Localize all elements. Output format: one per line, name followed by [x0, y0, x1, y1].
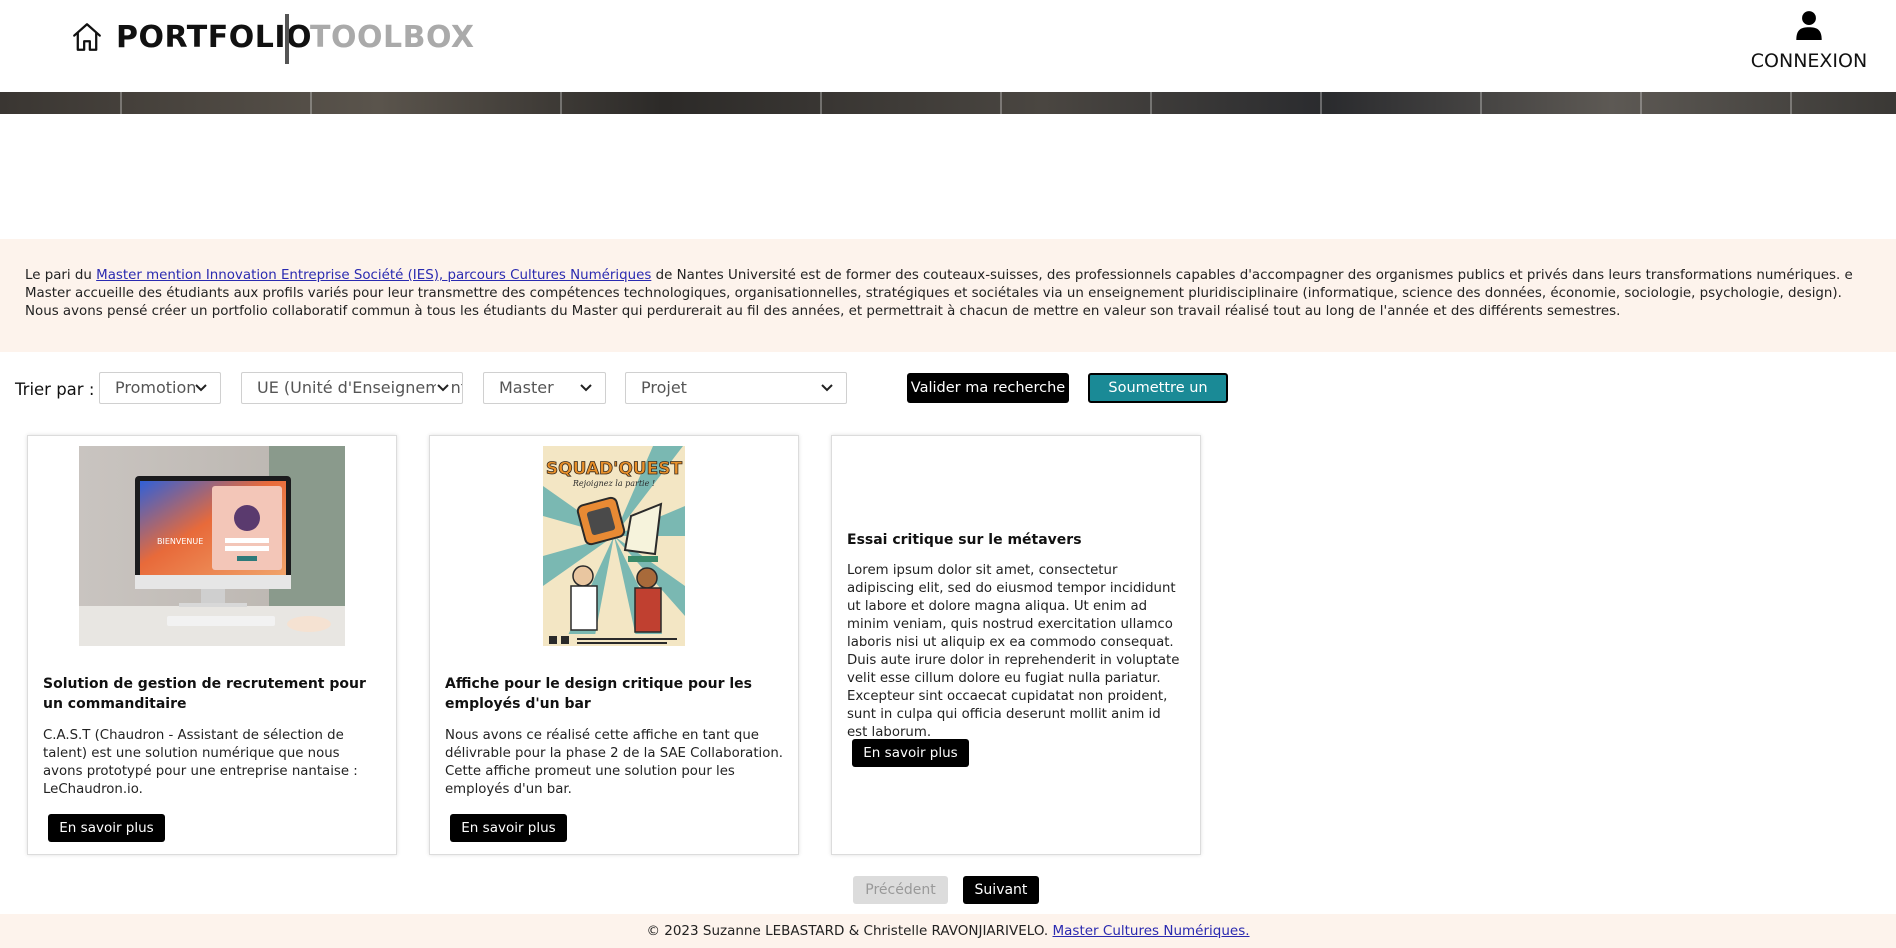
- brand-portfolio-link[interactable]: PORTFOLIO: [116, 20, 312, 55]
- screen-label: BIENVENUE: [157, 537, 203, 546]
- chevron-down-icon: [821, 384, 833, 392]
- card-title: Solution de gestion de recrutement pour …: [43, 676, 366, 712]
- promotion-select[interactable]: Promotion: [99, 372, 221, 404]
- copyright-text: © 2023 Suzanne LEBASTARD & Christelle RA…: [646, 923, 1053, 939]
- master-cultures-link[interactable]: Master Cultures Numériques.: [1053, 923, 1250, 939]
- user-icon: [1796, 11, 1822, 40]
- project-card: Essai critique sur le métavers Lorem ips…: [831, 435, 1201, 855]
- card-description: Lorem ipsum dolor sit amet, consectetur …: [847, 563, 1180, 740]
- card-description: Nous avons ce réalisé cette affiche en t…: [445, 728, 784, 797]
- learn-more-button[interactable]: En savoir plus: [48, 814, 165, 842]
- submit-project-button[interactable]: Soumettre un projet: [1088, 373, 1228, 422]
- intro-paragraph-1: Le pari du Master mention Innovation Ent…: [25, 268, 1853, 301]
- hero-image-strip: [0, 92, 1896, 114]
- projet-select[interactable]: Projet: [625, 372, 847, 404]
- card-description: C.A.S.T (Chaudron - Assistant de sélecti…: [43, 728, 358, 797]
- master-ies-link[interactable]: Master mention Innovation Entreprise Soc…: [96, 268, 651, 283]
- chevron-down-icon: [195, 384, 207, 392]
- chevron-down-icon: [580, 384, 592, 392]
- next-page-button[interactable]: Suivant: [963, 876, 1039, 904]
- learn-more-button[interactable]: En savoir plus: [852, 739, 969, 767]
- login-button[interactable]: CONNEXION: [1744, 10, 1874, 80]
- poster-subtitle: Rejoignez la partie !: [572, 479, 655, 488]
- learn-more-button[interactable]: En savoir plus: [450, 814, 567, 842]
- site-footer: © 2023 Suzanne LEBASTARD & Christelle RA…: [0, 914, 1896, 948]
- sort-label: Trier par :: [15, 380, 95, 399]
- card-title: Affiche pour le design critique pour les…: [445, 676, 753, 712]
- validate-search-button[interactable]: Valider ma recherche: [907, 373, 1069, 403]
- toolbox-link[interactable]: TOOLBOX: [310, 20, 475, 55]
- brand-divider: [285, 14, 289, 64]
- project-image-poster: SQUAD'QUEST Rejoignez la partie !: [543, 446, 685, 646]
- poster-title: SQUAD'QUEST: [546, 459, 683, 479]
- login-label: CONNEXION: [1750, 50, 1868, 72]
- previous-page-button[interactable]: Précédent: [853, 876, 948, 904]
- ue-select[interactable]: UE (Unité d'Enseignement): [241, 372, 463, 404]
- project-image-recruitment: BIENVENUE: [79, 446, 345, 646]
- project-card: BIENVENUE Solution de gestion de recrute…: [27, 435, 397, 855]
- intro-section: Le pari du Master mention Innovation Ent…: [0, 239, 1896, 352]
- project-card: SQUAD'QUEST Rejoignez la partie ! Affich…: [429, 435, 799, 855]
- chevron-down-icon: [436, 383, 450, 393]
- card-title: Essai critique sur le métavers: [847, 532, 1082, 548]
- home-icon[interactable]: [70, 20, 104, 54]
- master-select[interactable]: Master: [483, 372, 606, 404]
- intro-paragraph-2: Nous avons pensé créer un portfolio coll…: [25, 304, 1621, 319]
- site-header: PORTFOLIO TOOLBOX CONNEXION: [0, 0, 1896, 92]
